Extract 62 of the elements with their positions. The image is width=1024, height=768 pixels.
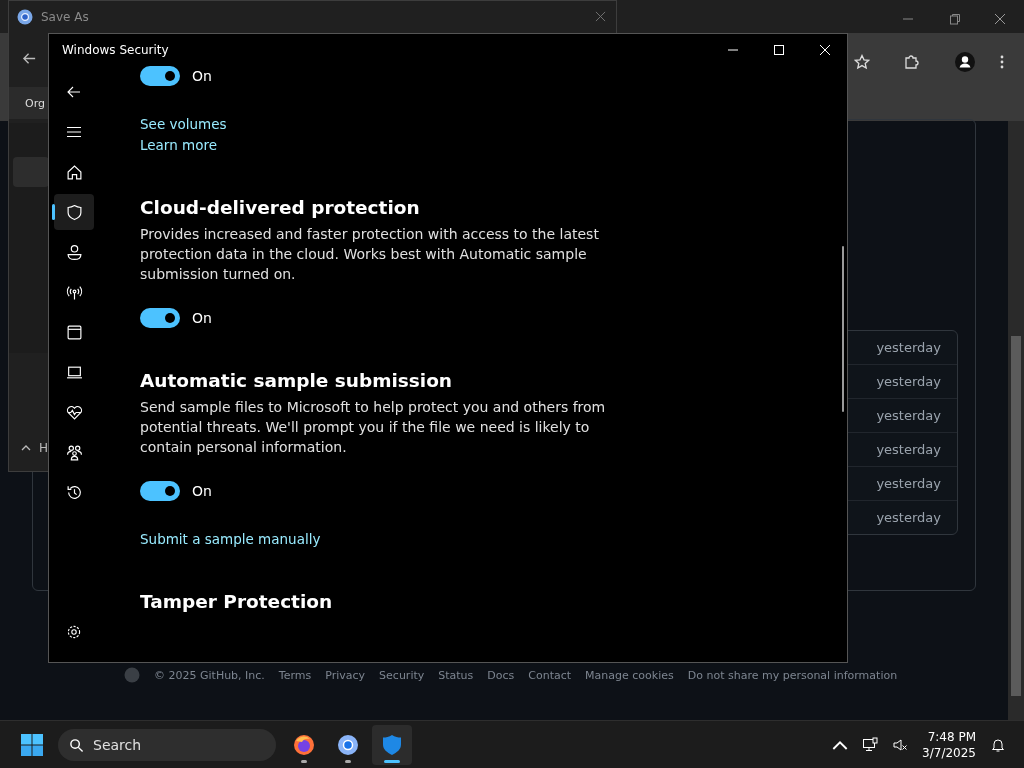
- shield-icon: [65, 203, 83, 221]
- section-heading: Cloud-delivered protection: [140, 197, 420, 218]
- toggle-label: On: [192, 310, 212, 326]
- link[interactable]: See volumes: [140, 114, 227, 134]
- dialog-title: Save As: [41, 9, 90, 24]
- home-icon: [65, 163, 83, 181]
- speaker-muted-icon[interactable]: [892, 737, 909, 753]
- history-icon: [65, 483, 83, 501]
- nav-item[interactable]: [54, 194, 94, 230]
- clock-time[interactable]: 7:48 PM: [927, 729, 976, 745]
- link[interactable]: Learn more: [140, 135, 217, 155]
- footer-link[interactable]: Status: [438, 668, 474, 682]
- window-title: Windows Security: [62, 43, 170, 57]
- chrome-logo-icon: [336, 733, 360, 757]
- profile-icon[interactable]: [955, 52, 975, 72]
- clock-date[interactable]: 3/7/2025: [922, 745, 976, 761]
- star-icon[interactable]: [854, 54, 870, 70]
- window-icon: [65, 323, 83, 341]
- close-icon[interactable]: [994, 13, 1006, 25]
- settings-icon[interactable]: [66, 624, 82, 640]
- bell-icon[interactable]: [990, 737, 1006, 753]
- start-icon[interactable]: [20, 733, 44, 757]
- heart-pulse-icon: [65, 403, 83, 421]
- section-heading: Tamper Protection: [140, 591, 333, 612]
- back-arrow-icon[interactable]: [66, 84, 82, 100]
- toggle-label: On: [192, 68, 212, 84]
- section-heading: Automatic sample submission: [140, 370, 453, 391]
- footer-link[interactable]: Security: [379, 668, 425, 682]
- scrollbar[interactable]: [842, 246, 844, 412]
- taskbar-app[interactable]: [372, 725, 412, 765]
- person-icon: [65, 243, 83, 261]
- date-cell-text: yesterday: [875, 339, 942, 357]
- scrollbar[interactable]: [1008, 121, 1024, 720]
- search-field[interactable]: Search: [58, 729, 276, 761]
- search-icon: [69, 738, 84, 753]
- puzzle-icon[interactable]: [904, 54, 920, 70]
- organize-menu[interactable]: Org: [25, 96, 45, 110]
- footer-link[interactable]: Contact: [528, 668, 572, 682]
- back-arrow-icon[interactable]: [22, 51, 37, 66]
- toggle-switch[interactable]: [140, 308, 180, 328]
- link[interactable]: Submit a sample manually: [140, 529, 321, 549]
- footer-link[interactable]: Privacy: [325, 668, 366, 682]
- description-text: Provides increased and faster protection with access to the latest protection data in the cloud. Works best with Automatic sample submission turned on.: [140, 225, 600, 284]
- chrome-logo-icon: [17, 8, 33, 25]
- shield-icon: [380, 733, 404, 757]
- restore-icon[interactable]: [949, 13, 961, 25]
- toggle-switch[interactable]: [140, 66, 180, 86]
- network-icon[interactable]: [862, 737, 879, 753]
- footer-link[interactable]: Terms: [278, 668, 312, 682]
- caret-icon[interactable]: [21, 445, 31, 451]
- description-text: Send sample files to Microsoft to help protect you and others from potential threats. We'll prompt you if the file we need is likely to contain personal information.: [140, 398, 607, 457]
- footer-link[interactable]: Docs: [487, 668, 515, 682]
- toggle-label: On: [192, 483, 212, 499]
- footer-link[interactable]: Manage cookies: [585, 668, 674, 682]
- hide-folders-label[interactable]: H: [39, 441, 49, 455]
- maximize-icon[interactable]: [773, 44, 785, 56]
- firefox-logo-icon: [292, 733, 316, 757]
- menu-icon[interactable]: [66, 124, 82, 140]
- people-icon: [65, 443, 83, 461]
- toggle-switch[interactable]: [140, 481, 180, 501]
- copyright-text: © 2025 GitHub, Inc.: [154, 668, 265, 682]
- footer-link[interactable]: Do not share my personal information: [687, 668, 898, 682]
